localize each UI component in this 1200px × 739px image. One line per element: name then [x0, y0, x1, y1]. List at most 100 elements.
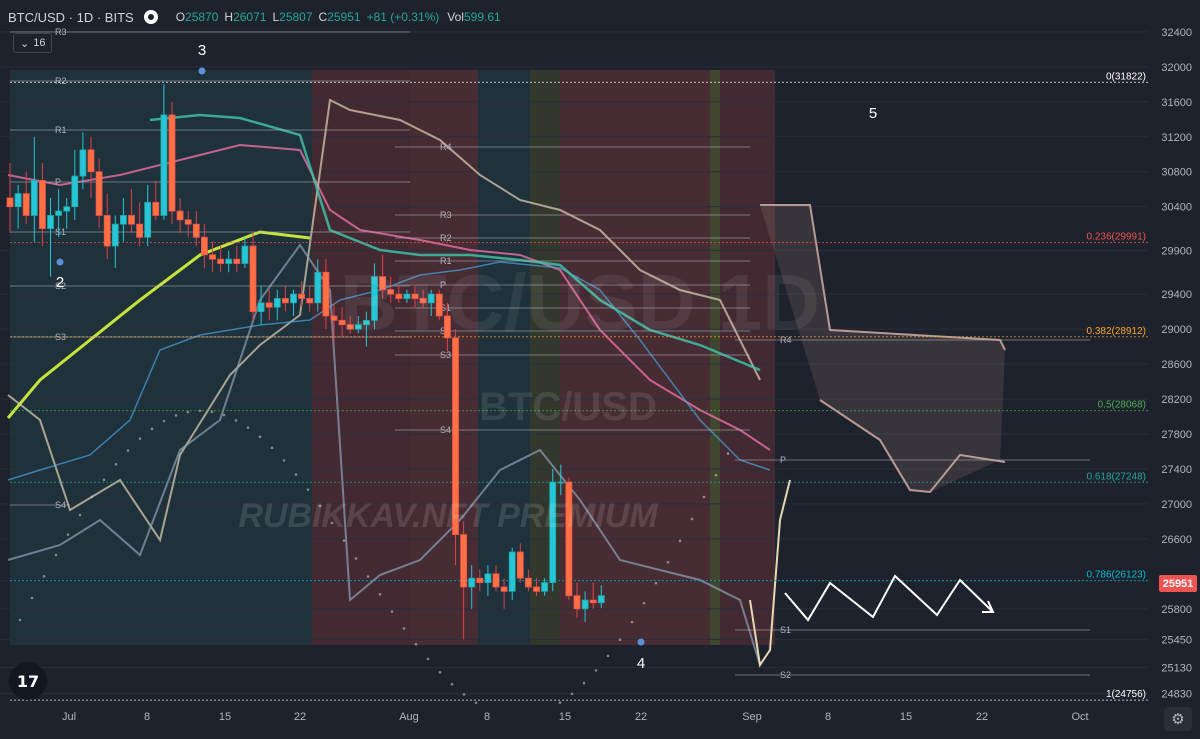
settings-gear-icon[interactable]: ⚙: [1164, 707, 1192, 731]
sar-dot: [234, 419, 238, 422]
sar-dot: [678, 539, 682, 543]
candle-body: [290, 293, 297, 304]
candle-body: [30, 180, 38, 216]
open-value: 25870: [185, 10, 219, 24]
price-tick-label: 25800: [1161, 604, 1192, 616]
pivot-label: S1: [55, 227, 66, 237]
price-tick-label: 32000: [1161, 62, 1192, 74]
time-tick-label: 22: [635, 711, 647, 723]
candle-body: [484, 573, 492, 584]
price-tick-label: 25130: [1161, 662, 1192, 674]
candle-body: [71, 175, 79, 208]
sar-dot: [474, 701, 478, 705]
sar-dot: [30, 596, 34, 600]
candle-body: [330, 315, 338, 321]
low-key: L: [272, 10, 280, 24]
sar-dot: [150, 427, 154, 431]
fib-label: 1(24756): [1106, 689, 1146, 700]
candle-body: [541, 582, 548, 592]
chart-canvas[interactable]: R3R2R1PS1S2S3R4R3R2R1PS1S2S3S4R4PS1S2S4 …: [0, 0, 1200, 739]
cloud-area: [760, 205, 1005, 492]
candle-body: [209, 254, 216, 260]
sar-dot: [414, 642, 418, 646]
price-tick-label: 31200: [1161, 132, 1192, 144]
sar-dot: [306, 488, 310, 491]
sar-dot: [450, 682, 454, 686]
last-price-tag: 25951: [1159, 575, 1197, 592]
candle-body: [249, 245, 257, 313]
sar-dot: [162, 419, 166, 423]
pivot-label: S3: [440, 350, 451, 360]
sar-dot: [630, 620, 634, 624]
market-status-icon: [143, 10, 158, 24]
candle-body: [14, 193, 22, 208]
projection-path: [784, 574, 994, 622]
sar-dot: [606, 654, 610, 658]
time-axis: Jul 8 15 22 Aug 8 15 22 Sep 8 15 22 Oct: [0, 705, 1200, 739]
fib-label: 0.236(29991): [1087, 231, 1147, 242]
fib-label: 0.618(27248): [1087, 471, 1147, 482]
time-tick-label: 15: [900, 711, 912, 723]
sar-dot: [666, 560, 670, 564]
price-tick-label: 29000: [1161, 324, 1192, 336]
close-key: C: [318, 10, 328, 24]
candle-body: [533, 586, 540, 592]
fib-label: 0(31822): [1106, 71, 1146, 82]
sar-dot: [282, 459, 286, 462]
sar-dot: [186, 410, 190, 414]
pivot-label: S3: [55, 332, 66, 342]
time-tick-label: Sep: [742, 711, 762, 723]
pivot-label: R3: [440, 210, 452, 220]
candle-body: [176, 210, 184, 221]
sar-dot: [102, 478, 106, 481]
pivot-label: R2: [55, 76, 67, 86]
sar-dot: [54, 553, 58, 557]
candle-body: [200, 236, 208, 256]
candle-body: [322, 271, 330, 317]
candle-body: [47, 215, 54, 229]
tradingview-logo-icon[interactable]: 17: [9, 662, 47, 700]
sar-dot: [222, 413, 226, 417]
pivot-label: S4: [55, 500, 66, 510]
candle-body: [492, 573, 500, 588]
candle-body: [525, 577, 532, 588]
time-tick-label: 22: [294, 711, 306, 723]
price-tick-label: 30400: [1161, 202, 1192, 214]
candle-body: [39, 180, 46, 229]
sar-dot: [438, 671, 442, 674]
candle-body: [298, 293, 306, 299]
sar-dot: [174, 414, 178, 417]
candle-body: [314, 271, 322, 304]
change-value: +81 (+0.31%): [366, 10, 440, 24]
candle-body: [103, 215, 111, 247]
sar-dot: [570, 692, 574, 696]
candle-body: [500, 586, 508, 592]
indicators-toggle-button[interactable]: ⌄ 16: [13, 33, 53, 53]
price-tick-label: 31600: [1161, 97, 1192, 109]
sar-dot: [270, 446, 274, 450]
fib-label: 0.786(26123): [1087, 570, 1147, 581]
wave-label: 3: [198, 42, 206, 59]
price-tick-label: 30800: [1161, 167, 1192, 179]
candle-body: [63, 206, 71, 212]
candle-body: [257, 302, 265, 313]
wave-label: 2: [56, 274, 64, 291]
sar-dot: [594, 669, 598, 672]
wave-label: 4: [637, 655, 645, 672]
candle-body: [136, 223, 144, 238]
candle-body: [476, 577, 484, 584]
price-tick-label: 28200: [1161, 394, 1192, 406]
candle-body: [79, 149, 87, 177]
sar-dot: [378, 593, 382, 596]
candle-body: [508, 551, 516, 592]
sar-dot: [690, 517, 694, 521]
chevron-down-icon: ⌄: [20, 37, 30, 50]
sar-dot: [642, 601, 646, 605]
pivot-label: R1: [55, 125, 67, 135]
pivot-label: P: [780, 455, 786, 465]
sar-dot: [114, 462, 118, 466]
sar-dot: [42, 575, 46, 578]
pivot-label: S4: [440, 425, 451, 435]
candle-body: [22, 193, 30, 216]
symbol-title[interactable]: BTC/USD · 1D · BITS: [8, 10, 134, 25]
